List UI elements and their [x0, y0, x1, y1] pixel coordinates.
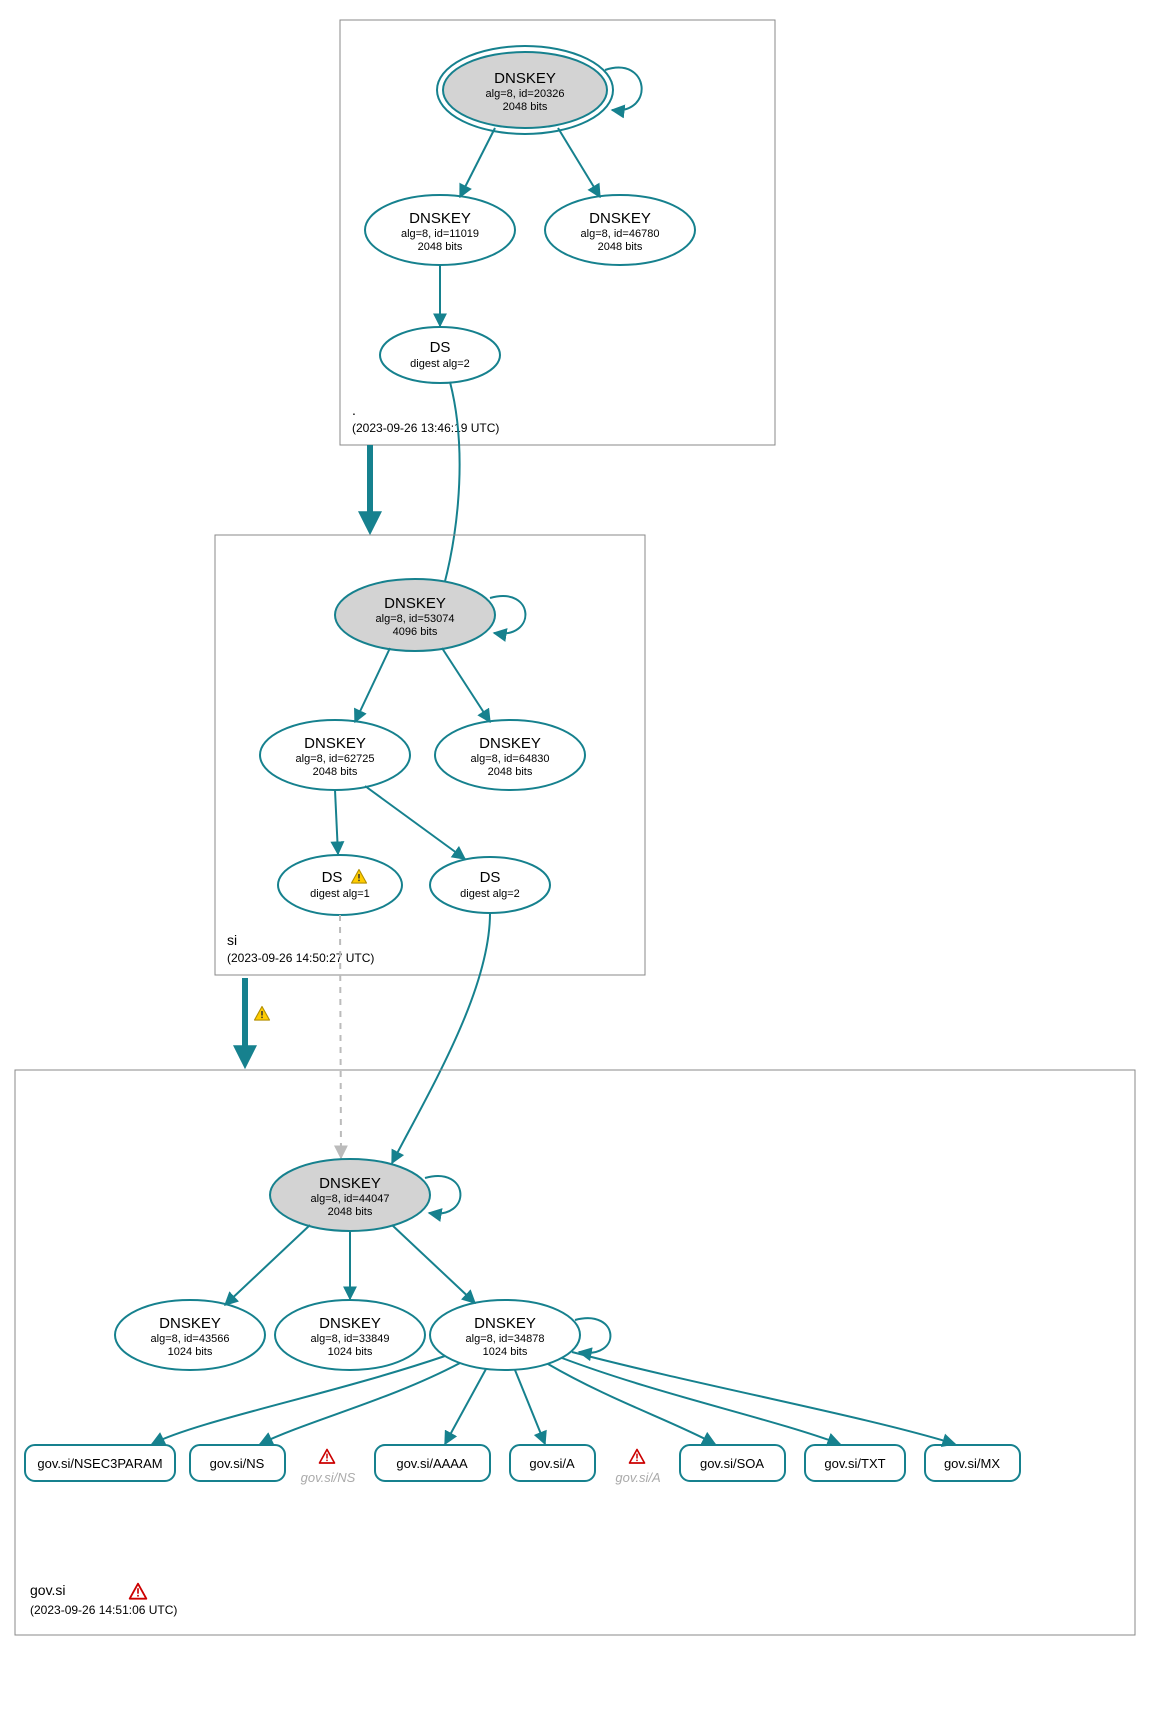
svg-text:alg=8, id=33849: alg=8, id=33849	[311, 1333, 390, 1345]
dnssec-graph: . (2023-09-26 13:46:19 UTC) DNSKEY alg=8…	[0, 0, 1149, 1715]
zone-name-govsi: gov.si	[30, 1582, 66, 1598]
svg-text:alg=8, id=20326: alg=8, id=20326	[486, 88, 565, 100]
svg-text:DNSKEY: DNSKEY	[304, 735, 366, 752]
zone-ts-govsi: (2023-09-26 14:51:06 UTC)	[30, 1603, 177, 1617]
rrset-soa: gov.si/SOA	[680, 1445, 785, 1481]
node-gov-zsk3: DNSKEY alg=8, id=34878 1024 bits	[430, 1300, 580, 1370]
svg-text:gov.si/AAAA: gov.si/AAAA	[396, 1456, 468, 1471]
svg-text:1024 bits: 1024 bits	[483, 1346, 528, 1358]
svg-text:alg=8, id=34878: alg=8, id=34878	[466, 1333, 545, 1345]
error-icon	[130, 1584, 147, 1599]
svg-text:gov.si/NSEC3PARAM: gov.si/NSEC3PARAM	[37, 1456, 162, 1471]
svg-text:alg=8, id=64830: alg=8, id=64830	[471, 753, 550, 765]
svg-text:alg=8, id=44047: alg=8, id=44047	[311, 1193, 390, 1205]
zone-name-root: .	[352, 402, 356, 418]
svg-text:DNSKEY: DNSKEY	[159, 1315, 221, 1332]
error-icon	[630, 1450, 645, 1464]
svg-text:digest alg=2: digest alg=2	[460, 888, 520, 900]
svg-text:DNSKEY: DNSKEY	[494, 70, 556, 87]
svg-text:alg=8, id=11019: alg=8, id=11019	[401, 228, 479, 240]
svg-text:gov.si/NS: gov.si/NS	[210, 1456, 265, 1471]
svg-text:DNSKEY: DNSKEY	[589, 210, 651, 227]
svg-text:DNSKEY: DNSKEY	[319, 1315, 381, 1332]
rrset-mx: gov.si/MX	[925, 1445, 1020, 1481]
svg-text:1024 bits: 1024 bits	[328, 1346, 373, 1358]
node-si-zsk2: DNSKEY alg=8, id=64830 2048 bits	[435, 720, 585, 790]
svg-text:gov.si/TXT: gov.si/TXT	[824, 1456, 885, 1471]
svg-text:2048 bits: 2048 bits	[488, 766, 533, 778]
error-icon	[320, 1450, 335, 1464]
rrset-aaaa: gov.si/AAAA	[375, 1445, 490, 1481]
svg-text:digest alg=2: digest alg=2	[410, 358, 470, 370]
svg-text:2048 bits: 2048 bits	[418, 241, 463, 253]
ghost-a: gov.si/A	[615, 1470, 660, 1485]
ghost-ns: gov.si/NS	[301, 1470, 356, 1485]
svg-text:alg=8, id=46780: alg=8, id=46780	[581, 228, 660, 240]
svg-text:gov.si/A: gov.si/A	[529, 1456, 575, 1471]
node-si-zsk1: DNSKEY alg=8, id=62725 2048 bits	[260, 720, 410, 790]
zone-ts-root: (2023-09-26 13:46:19 UTC)	[352, 421, 499, 435]
svg-text:gov.si/SOA: gov.si/SOA	[700, 1456, 764, 1471]
svg-text:2048 bits: 2048 bits	[503, 101, 548, 113]
svg-text:DNSKEY: DNSKEY	[409, 210, 471, 227]
svg-text:alg=8, id=62725: alg=8, id=62725	[296, 753, 375, 765]
svg-text:DS: DS	[322, 869, 343, 886]
svg-text:4096 bits: 4096 bits	[393, 626, 438, 638]
svg-text:DNSKEY: DNSKEY	[479, 735, 541, 752]
node-root-zsk2: DNSKEY alg=8, id=46780 2048 bits	[545, 195, 695, 265]
svg-text:alg=8, id=43566: alg=8, id=43566	[151, 1333, 230, 1345]
svg-text:1024 bits: 1024 bits	[168, 1346, 213, 1358]
node-gov-zsk2: DNSKEY alg=8, id=33849 1024 bits	[275, 1300, 425, 1370]
zone-name-si: si	[227, 932, 237, 948]
rrset-nsec3param: gov.si/NSEC3PARAM	[25, 1445, 175, 1481]
rrset-a: gov.si/A	[510, 1445, 595, 1481]
svg-text:2048 bits: 2048 bits	[328, 1206, 373, 1218]
warning-icon	[255, 1007, 270, 1021]
node-si-ds1: DS digest alg=1	[278, 855, 402, 915]
node-root-zsk1: DNSKEY alg=8, id=11019 2048 bits	[365, 195, 515, 265]
node-gov-ksk: DNSKEY alg=8, id=44047 2048 bits	[270, 1159, 430, 1231]
node-si-ds2: DS digest alg=2	[430, 857, 550, 913]
svg-text:gov.si/MX: gov.si/MX	[944, 1456, 1000, 1471]
svg-text:digest alg=1: digest alg=1	[310, 888, 370, 900]
svg-text:DNSKEY: DNSKEY	[384, 595, 446, 612]
svg-text:DNSKEY: DNSKEY	[319, 1175, 381, 1192]
svg-text:alg=8, id=53074: alg=8, id=53074	[376, 613, 455, 625]
node-root-ksk: DNSKEY alg=8, id=20326 2048 bits	[437, 46, 613, 134]
svg-text:2048 bits: 2048 bits	[313, 766, 358, 778]
svg-text:DS: DS	[430, 339, 451, 356]
node-root-ds: DS digest alg=2	[380, 327, 500, 383]
node-si-ksk: DNSKEY alg=8, id=53074 4096 bits	[335, 579, 495, 651]
zone-ts-si: (2023-09-26 14:50:27 UTC)	[227, 951, 374, 965]
rrset-txt: gov.si/TXT	[805, 1445, 905, 1481]
rrset-ns: gov.si/NS	[190, 1445, 285, 1481]
svg-text:DNSKEY: DNSKEY	[474, 1315, 536, 1332]
svg-text:2048 bits: 2048 bits	[598, 241, 643, 253]
svg-text:DS: DS	[480, 869, 501, 886]
node-gov-zsk1: DNSKEY alg=8, id=43566 1024 bits	[115, 1300, 265, 1370]
